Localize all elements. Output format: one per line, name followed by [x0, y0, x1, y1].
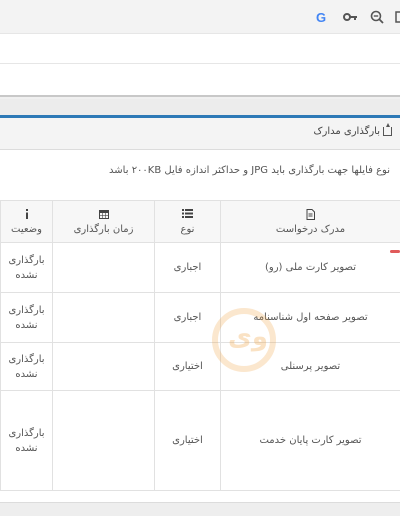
- header-status: وضعیت: [0, 200, 53, 243]
- header-type-label: نوع: [180, 223, 195, 235]
- header-upload-time: زمان بارگذاری: [52, 200, 155, 243]
- header-upload-time-label: زمان بارگذاری: [73, 223, 134, 235]
- table-header-row: مدرک درخواست نوع زمان بارگذاری وضعیت: [0, 200, 400, 243]
- upload-time: [52, 342, 155, 391]
- documents-table: مدرک درخواست نوع زمان بارگذاری وضعیت تصو…: [0, 200, 400, 491]
- document-type: اختیاری: [154, 342, 221, 391]
- table-row[interactable]: تصویر صفحه اول شناسنامه اجباری بارگذاری …: [0, 292, 400, 343]
- zoom-out-icon[interactable]: [369, 9, 385, 25]
- header-status-label: وضعیت: [11, 223, 42, 235]
- upload-status: بارگذاری نشده: [0, 292, 53, 343]
- upload-status: بارگذاری نشده: [0, 342, 53, 391]
- document-name: تصویر کارت پایان خدمت: [220, 390, 400, 491]
- upload-status: بارگذاری نشده: [0, 242, 53, 293]
- document-type: اختیاری: [154, 390, 221, 491]
- browser-toolbar: G: [0, 0, 400, 33]
- document-type: اجباری: [154, 292, 221, 343]
- panel-footer: [0, 502, 400, 516]
- header-type: نوع: [154, 200, 221, 243]
- panel-header: بارگذاری مدارک: [0, 118, 400, 150]
- document-name: تصویر کارت ملی (رو): [220, 242, 400, 293]
- scroll-indicator: [390, 250, 400, 253]
- panel-title: بارگذاری مدارک: [313, 123, 392, 137]
- upload-documents-panel: بارگذاری مدارک نوع فایلها جهت بارگذاری ب…: [0, 118, 400, 516]
- info-icon: [1, 208, 52, 221]
- table-row[interactable]: تصویر کارت پایان خدمت اختیاری بارگذاری ن…: [0, 390, 400, 491]
- calendar-icon: [53, 209, 154, 221]
- document-type: اجباری: [154, 242, 221, 293]
- header-document-label: مدرک درخواست: [275, 223, 346, 235]
- file-icon: [221, 208, 400, 221]
- upload-status: بارگذاری نشده: [0, 390, 53, 491]
- upload-time: [52, 292, 155, 343]
- upload-time: [52, 390, 155, 491]
- upload-icon: [383, 123, 392, 136]
- file-requirements-note: نوع فایلها جهت بارگذاری باید JPG و حداکث…: [109, 165, 390, 176]
- header-document: مدرک درخواست: [220, 200, 400, 243]
- key-icon[interactable]: [342, 9, 358, 25]
- watermark-glyph: وی: [228, 322, 268, 352]
- list-icon: [155, 208, 220, 221]
- page-gap: [0, 99, 400, 115]
- google-icon[interactable]: G: [313, 9, 329, 25]
- address-bar[interactable]: [0, 33, 400, 64]
- watermark-logo: وی: [212, 308, 276, 372]
- page-header-area: [0, 64, 400, 97]
- table-row[interactable]: تصویر کارت ملی (رو) اجباری بارگذاری نشده: [0, 242, 400, 293]
- panel-title-text: بارگذاری مدارک: [313, 126, 380, 137]
- window-icon[interactable]: [392, 9, 400, 25]
- table-row[interactable]: تصویر پرسنلی اختیاری بارگذاری نشده: [0, 342, 400, 391]
- upload-time: [52, 242, 155, 293]
